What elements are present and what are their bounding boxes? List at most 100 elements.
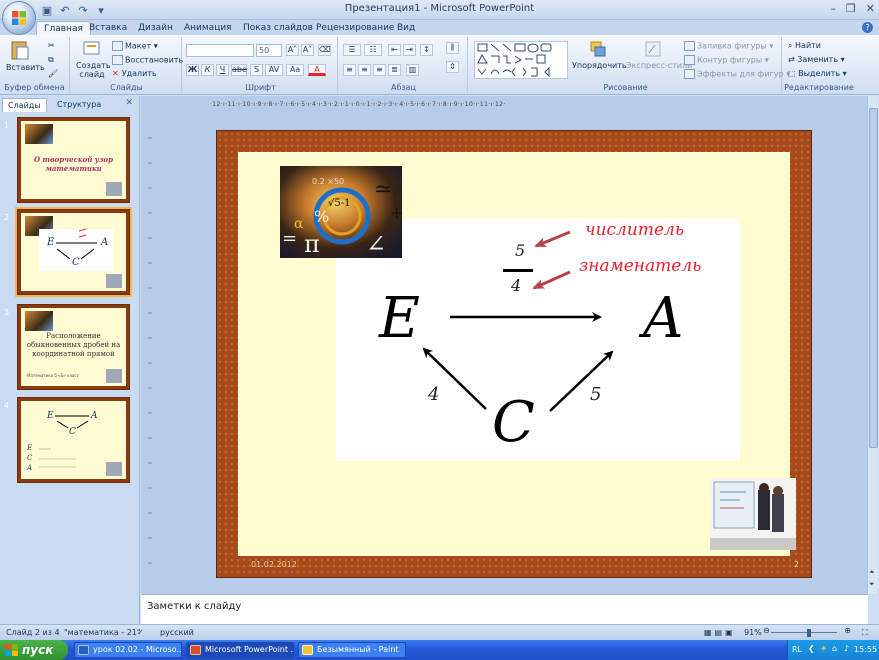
find-button[interactable]: ⌕ Найти	[788, 41, 821, 51]
zoom-out-icon[interactable]: ⊖	[763, 626, 770, 635]
tab-review[interactable]: Рецензирование	[309, 21, 401, 35]
scrollbar-thumb[interactable]	[869, 108, 878, 448]
close-icon[interactable]: ✕	[866, 2, 875, 15]
word-icon	[78, 645, 89, 655]
board-thumb-image	[106, 182, 122, 196]
reset-icon	[112, 55, 123, 65]
vertical-scrollbar[interactable]: ⏶ ⏷	[867, 96, 878, 594]
zoom-slider[interactable]: ⊖ ⊕	[763, 626, 851, 637]
tray-arrow-icon[interactable]: ❮	[808, 644, 815, 653]
align-text-icon[interactable]: ⇕	[446, 61, 459, 73]
tab-design[interactable]: Дизайн	[131, 21, 180, 35]
theme-name[interactable]: "математика - 21"	[64, 628, 141, 637]
increase-indent-icon[interactable]: ⇥	[403, 44, 416, 56]
select-button[interactable]: ⬚ Выделить ▾	[788, 69, 847, 78]
replace-button[interactable]: ⇄ Заменить ▾	[788, 55, 845, 64]
reset-button[interactable]: Восстановить	[112, 55, 183, 65]
slide-date: 01.02.2012	[251, 560, 297, 569]
slide-thumbnail-4[interactable]: E A C ECA	[17, 397, 130, 483]
notes-pane[interactable]: Заметки к слайду	[141, 594, 868, 624]
spellcheck-icon[interactable]: ✓	[137, 628, 144, 637]
office-button[interactable]	[2, 1, 36, 35]
minimize-icon[interactable]: –	[830, 2, 836, 15]
speaker-icon[interactable]: ♪	[844, 644, 849, 653]
char-spacing-button[interactable]: AV	[265, 64, 283, 76]
bold-button[interactable]: Ж	[186, 64, 199, 76]
italic-button[interactable]: К	[201, 64, 214, 76]
zoom-in-icon[interactable]: ⊕	[844, 626, 851, 635]
language-indicator[interactable]: русский	[160, 628, 194, 637]
tab-animation[interactable]: Анимация	[177, 21, 239, 35]
font-size-combo[interactable]: 50	[256, 44, 282, 57]
view-buttons[interactable]: ▦▤▣	[704, 628, 736, 637]
close-pane-icon[interactable]: ✕	[125, 98, 133, 108]
clear-format-icon[interactable]: ⌫	[318, 44, 331, 56]
cut-icon[interactable]: ✂	[48, 41, 55, 50]
shape-outline-button[interactable]: Контур фигуры ▾	[684, 55, 769, 65]
change-case-button[interactable]: Aa	[286, 64, 304, 76]
copy-icon[interactable]: ⧉	[48, 55, 54, 65]
line-spacing-icon[interactable]: ↕	[420, 44, 433, 56]
tray-app-icon[interactable]: ☀	[820, 644, 827, 653]
tab-slides[interactable]: Слайды	[2, 98, 47, 112]
font-name-combo[interactable]	[186, 44, 254, 57]
zoom-level[interactable]: 91%	[744, 628, 762, 637]
task-word[interactable]: урок 02.02 - Microso...	[74, 642, 182, 658]
new-slide-icon	[83, 41, 100, 55]
align-left-icon[interactable]: ≡	[343, 64, 356, 76]
tab-outline[interactable]: Структура	[52, 98, 106, 112]
text-direction-icon[interactable]: ⫼	[446, 42, 459, 54]
tab-view[interactable]: Вид	[390, 21, 422, 35]
delete-slide-button[interactable]: ✕ Удалить	[112, 69, 157, 78]
tab-slideshow[interactable]: Показ слайдов	[236, 21, 320, 35]
task-paint[interactable]: Безымянный - Paint	[298, 642, 406, 658]
align-center-icon[interactable]: ≡	[358, 64, 371, 76]
layout-button[interactable]: Макет ▾	[112, 41, 158, 51]
restore-icon[interactable]: ❐	[846, 2, 856, 15]
numbering-icon[interactable]: ☷	[364, 44, 382, 56]
new-slide-button[interactable]: Создать слайд	[76, 39, 111, 79]
taskbar: пуск урок 02.02 - Microso... Microsoft P…	[0, 640, 879, 660]
task-powerpoint[interactable]: Microsoft PowerPoint ...	[186, 642, 294, 658]
strikethrough-button[interactable]: abe	[231, 64, 247, 76]
input-language[interactable]: RL	[792, 645, 802, 654]
arrange-icon	[590, 41, 606, 57]
ribbon: Вставить ✂ ⧉ 🖌 Буфер обмена Создать слай…	[0, 35, 879, 95]
tab-insert[interactable]: Вставка	[82, 21, 134, 35]
group-font: 50 A˄ A˅ ⌫ Ж К Ч abe S AV Aa A Шрифт	[184, 37, 338, 93]
slide-thumbnail-1[interactable]: О творческой узор математики	[17, 117, 130, 203]
slide-thumbnail-3[interactable]: Расположение обыкновенных дробей на коор…	[17, 304, 130, 390]
start-button[interactable]: пуск	[0, 640, 68, 660]
quick-styles-icon	[645, 41, 661, 57]
justify-icon[interactable]: ≣	[388, 64, 401, 76]
underline-button[interactable]: Ч	[216, 64, 229, 76]
next-slide-icon[interactable]: ⏷	[869, 581, 875, 588]
columns-icon[interactable]: ▥	[406, 64, 419, 76]
window-controls: – ❐ ✕	[830, 2, 875, 15]
slide-thumbnail-2[interactable]: E A C	[15, 207, 132, 297]
quick-styles-button[interactable]: Экспресс-стили	[626, 39, 692, 70]
shape-fill-button[interactable]: Заливка фигуры ▾	[684, 41, 773, 51]
shadow-button[interactable]: S	[250, 64, 263, 76]
title-bar: ▣ ↶ ↷ ▾ Презентация1 - Microsoft PowerPo…	[0, 0, 879, 20]
network-icon[interactable]: ⌂	[832, 644, 837, 653]
decrease-indent-icon[interactable]: ⇤	[388, 44, 401, 56]
current-slide[interactable]: % √5-1 α π ∠ ≃ + = 0.2 ×50 5 4 числитель…	[216, 130, 812, 578]
help-icon[interactable]: ?	[862, 22, 873, 33]
paste-button[interactable]: Вставить	[6, 39, 45, 72]
bullets-icon[interactable]: ☰	[343, 44, 361, 56]
prev-slide-icon[interactable]: ⏶	[869, 569, 875, 576]
slide-number: 2	[4, 213, 10, 222]
arrange-button[interactable]: Упорядочить	[572, 39, 627, 70]
paint-icon	[302, 645, 313, 655]
format-painter-icon[interactable]: 🖌	[48, 69, 58, 78]
status-bar: Слайд 2 из 4 "математика - 21" ✓ русский…	[0, 624, 879, 640]
align-right-icon[interactable]: ≡	[373, 64, 386, 76]
ribbon-tabs: Главная Вставка Дизайн Анимация Показ сл…	[0, 20, 879, 35]
font-color-button[interactable]: A	[308, 64, 326, 76]
grow-font-icon[interactable]: A˄	[286, 44, 299, 56]
shrink-font-icon[interactable]: A˅	[301, 44, 314, 56]
shape-effects-button[interactable]: Эффекты для фигур ▾	[684, 69, 790, 79]
shapes-gallery[interactable]	[474, 41, 568, 79]
fit-to-window-icon[interactable]: ⛶	[862, 628, 868, 638]
